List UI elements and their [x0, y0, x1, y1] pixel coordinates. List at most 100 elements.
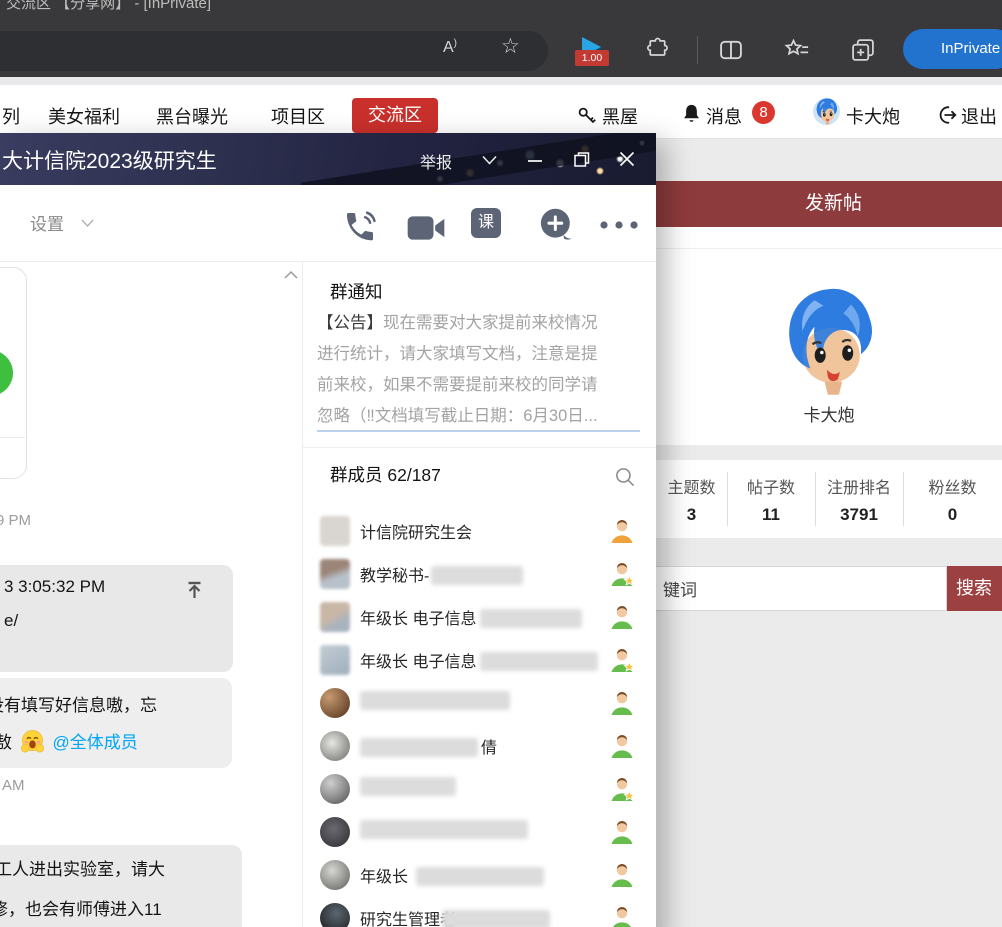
member-avatar: [320, 903, 350, 927]
inprivate-button[interactable]: InPrivate: [903, 29, 1002, 69]
stat-fans: 粉丝数 0: [903, 460, 1002, 538]
notice-line: 前来校，如果不需要提前来校的同学请: [317, 370, 647, 401]
blurred-name: [360, 820, 528, 839]
message-text: 没有填写好信息嗷，忘: [0, 691, 157, 716]
blurred-name: [442, 910, 550, 927]
extensions-puzzle-icon[interactable]: [645, 36, 671, 62]
qq-group-title: 大计信院2023级研究生: [2, 145, 217, 175]
nav-item-blackroom[interactable]: 黑屋: [602, 103, 638, 129]
stat-topics: 主题数 3: [656, 460, 727, 538]
favorite-star-icon[interactable]: ☆: [501, 34, 520, 59]
mention-all-members-link[interactable]: @全体成员: [52, 733, 137, 752]
nav-username[interactable]: 卡大炮: [846, 103, 900, 129]
group-class-icon[interactable]: 课: [471, 208, 501, 238]
stat-topics-value: 3: [656, 505, 727, 525]
group-notice-title[interactable]: 群通知: [330, 279, 383, 304]
notice-line: 现在需要对大家提前来校情况: [383, 314, 598, 332]
nav-item-xiangmuqu[interactable]: 项目区: [271, 103, 325, 129]
member-row[interactable]: [303, 811, 656, 854]
stat-fans-value: 0: [903, 505, 1002, 525]
add-more-apps-icon[interactable]: [538, 207, 575, 244]
profile-avatar[interactable]: [774, 285, 884, 399]
member-row[interactable]: 年级长 电子信息: [303, 596, 656, 639]
nav-item-heitaibaoguang[interactable]: 黑台曝光: [156, 103, 228, 129]
group-notice-body[interactable]: 【公告】现在需要对大家提前来校情况 进行统计，请大家填写文档，注意是提 前来校，…: [317, 308, 647, 432]
jump-to-top-icon[interactable]: [186, 581, 203, 600]
member-row[interactable]: 教学秘书-: [303, 553, 656, 596]
member-row[interactable]: 研究生管理老: [303, 897, 656, 927]
member-name: 倩: [360, 734, 497, 758]
more-options-icon[interactable]: [598, 220, 640, 230]
member-avatar: [320, 516, 350, 546]
nav-item-logout[interactable]: 退出: [961, 103, 997, 129]
collapse-chevron-icon[interactable]: [283, 269, 299, 280]
bell-icon: [680, 102, 703, 126]
stat-topics-label: 主题数: [656, 474, 727, 498]
collections-icon[interactable]: [849, 36, 877, 64]
maximize-button[interactable]: [572, 150, 591, 169]
nav-item-messages[interactable]: 消息: [706, 103, 742, 129]
search-button[interactable]: 搜索: [947, 566, 1002, 611]
profile-card: 卡大炮: [656, 227, 1002, 445]
close-button[interactable]: [617, 149, 637, 169]
group-settings-button[interactable]: 设置: [30, 210, 64, 235]
notice-prefix: 【公告】: [317, 314, 383, 332]
member-row[interactable]: 倩: [303, 725, 656, 768]
address-bar[interactable]: [0, 31, 548, 71]
video-call-icon[interactable]: [406, 214, 446, 242]
split-screen-icon[interactable]: [717, 36, 745, 64]
chat-bubble-mention[interactable]: 没有填写好信息嗷，忘 敖 @全体成员: [0, 678, 232, 768]
settings-chevron-icon: [80, 218, 95, 228]
blurred-name: [480, 609, 582, 628]
message-text: 工人进出实验室，请大: [0, 855, 165, 880]
blurred-name: [416, 867, 544, 886]
nav-item-partial[interactable]: 列: [2, 103, 20, 129]
browser-tab-title[interactable]: 交流区 【分享网】 - [InPrivate]: [6, 0, 211, 13]
chat-bubble-link[interactable]: 3 3:05:32 PM e/: [0, 565, 233, 672]
stat-posts-value: 11: [727, 505, 815, 525]
member-avatar: [320, 774, 350, 804]
screenshot-root: 交流区 【分享网】 - [InPrivate] A) ☆ 1.00 InPriv…: [0, 0, 1002, 927]
member-name: 年级长: [360, 863, 544, 887]
voice-call-icon[interactable]: [342, 209, 378, 245]
logout-icon: [936, 104, 958, 126]
nav-item-meinvfuli[interactable]: 美女福利: [48, 103, 120, 129]
blurred-name: [480, 652, 598, 671]
read-aloud-icon[interactable]: A): [443, 38, 457, 57]
chevron-down-icon[interactable]: [481, 154, 498, 166]
member-avatar: [320, 817, 350, 847]
member-role-admin-icon: [608, 776, 636, 802]
messages-count-badge[interactable]: 8: [752, 101, 775, 124]
member-avatar: [320, 602, 350, 632]
side-panel-divider: [303, 447, 656, 448]
member-role-admin-icon: [608, 647, 636, 673]
chat-bubble-notice[interactable]: 工人进出实验室，请大 修，也会有师傅进入11: [0, 845, 242, 927]
file-preview-card[interactable]: [0, 267, 27, 479]
file-card-divider: [0, 437, 25, 438]
member-row[interactable]: 年级长 电子信息: [303, 639, 656, 682]
key-icon: [577, 106, 597, 126]
blurred-name: [360, 691, 510, 710]
nav-item-jiaoliuqu-active[interactable]: 交流区: [352, 98, 438, 133]
member-row[interactable]: 计信院研究生会: [303, 510, 656, 553]
message-text: 敖 @全体成员: [0, 728, 138, 754]
minimize-button[interactable]: [528, 160, 542, 162]
browser-toolbar: A) ☆ 1.00 InPrivate: [0, 26, 1002, 77]
member-search-icon[interactable]: [613, 465, 638, 490]
message-timestamp: 9 PM: [0, 512, 31, 529]
blurred-name: [431, 566, 523, 585]
nav-user-avatar[interactable]: [813, 98, 840, 125]
chat-message-area: 9 PM 3 3:05:32 PM e/ 没有填写好信息嗷，忘 敖 @全体成员 …: [0, 262, 303, 927]
video-speed-badge: 1.00: [575, 50, 609, 66]
member-row[interactable]: 年级长: [303, 854, 656, 897]
blurred-name: [360, 738, 478, 757]
member-row[interactable]: [303, 768, 656, 811]
favorites-bar-icon[interactable]: [783, 36, 811, 64]
member-avatar: [320, 559, 350, 589]
member-row[interactable]: [303, 682, 656, 725]
report-button[interactable]: 举报: [420, 149, 452, 173]
member-name: [360, 691, 510, 711]
message-text: 修，也会有师傅进入11: [0, 895, 162, 920]
stat-rank-value: 3791: [815, 505, 903, 525]
qq-window-titlebar[interactable]: 大计信院2023级研究生 举报: [0, 133, 656, 185]
